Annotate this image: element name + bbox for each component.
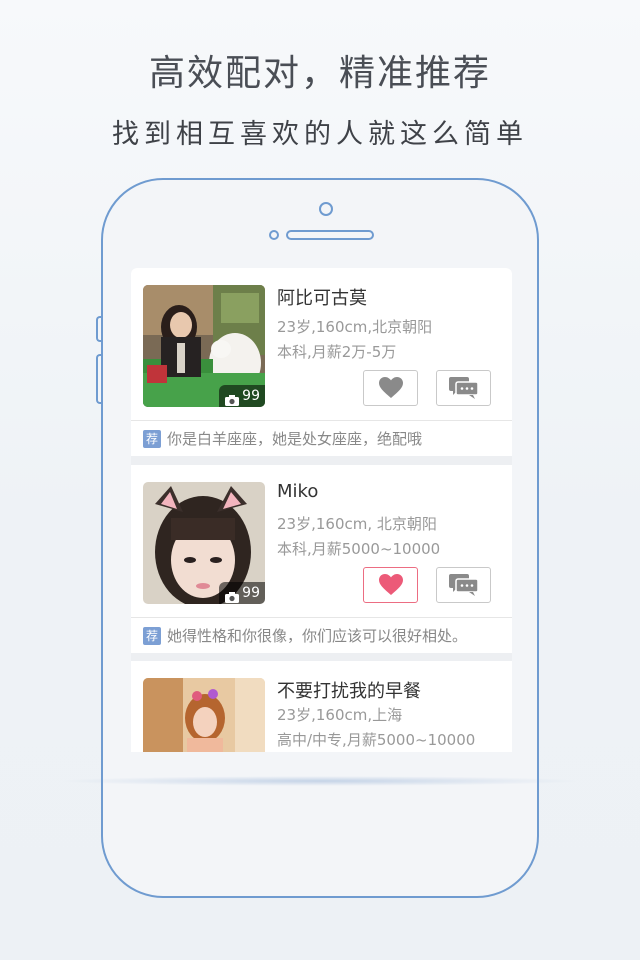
recommendation-row: 荐 你是白羊座座，她是处女座座，绝配哦 xyxy=(131,420,512,456)
like-button[interactable] xyxy=(363,370,418,406)
heart-icon xyxy=(378,574,403,595)
recommendation-row: 荐 她得性格和你很像，你们应该可以很好相处。 xyxy=(131,617,512,653)
profile-basic-info: 23岁,160cm,北京朝阳 xyxy=(277,318,433,336)
photo-count: 99 xyxy=(242,585,260,601)
phone-speaker xyxy=(286,230,374,240)
phone-camera xyxy=(319,202,333,216)
heart-icon xyxy=(378,377,403,398)
profile-name: Miko xyxy=(277,481,319,502)
profile-education-salary: 本科,月薪2万-5万 xyxy=(277,343,397,361)
profile-name: 阿比可古莫 xyxy=(277,288,367,309)
profile-photo[interactable]: 99 xyxy=(143,285,265,407)
recommend-tag: 荐 xyxy=(143,627,161,645)
subheadline: 找到相互喜欢的人就这么简单 xyxy=(112,119,528,150)
recommend-tag: 荐 xyxy=(143,430,161,448)
chat-icon xyxy=(448,377,479,399)
message-button[interactable] xyxy=(436,567,491,603)
like-button[interactable] xyxy=(363,567,418,603)
headline: 高效配对，精准推荐 xyxy=(148,53,491,94)
profile-photo[interactable]: 99 xyxy=(143,482,265,604)
profile-photo[interactable] xyxy=(143,678,265,752)
profile-card[interactable]: 99 Miko 23岁,160cm, 北京朝阳 本科,月薪5000~10000 xyxy=(131,465,512,653)
phone-screen: 99 阿比可古莫 23岁,160cm,北京朝阳 本科,月薪2万-5万 荐 你是白… xyxy=(131,268,512,752)
photo-count-badge: 99 xyxy=(219,385,265,407)
phone-shadow xyxy=(60,776,580,786)
photo-count-badge: 99 xyxy=(219,582,265,604)
photo-count: 99 xyxy=(242,388,260,404)
camera-icon xyxy=(225,588,240,603)
chat-icon xyxy=(448,574,479,596)
profile-card[interactable]: 99 阿比可古莫 23岁,160cm,北京朝阳 本科,月薪2万-5万 荐 你是白… xyxy=(131,268,512,456)
profile-photo-image xyxy=(143,678,265,752)
profile-basic-info: 23岁,160cm,上海 xyxy=(277,706,403,724)
profile-education-salary: 高中/中专,月薪5000~10000 xyxy=(277,731,476,749)
recommendation-text: 你是白羊座座，她是处女座座，绝配哦 xyxy=(167,430,423,448)
profile-basic-info: 23岁,160cm, 北京朝阳 xyxy=(277,515,437,533)
phone-sensor xyxy=(269,230,279,240)
profile-education-salary: 本科,月薪5000~10000 xyxy=(277,540,441,558)
profile-card[interactable]: 不要打扰我的早餐 23岁,160cm,上海 高中/中专,月薪5000~10000 xyxy=(131,661,512,752)
message-button[interactable] xyxy=(436,370,491,406)
camera-icon xyxy=(225,391,240,406)
profile-name: 不要打扰我的早餐 xyxy=(277,681,421,702)
recommendation-text: 她得性格和你很像，你们应该可以很好相处。 xyxy=(167,627,468,645)
